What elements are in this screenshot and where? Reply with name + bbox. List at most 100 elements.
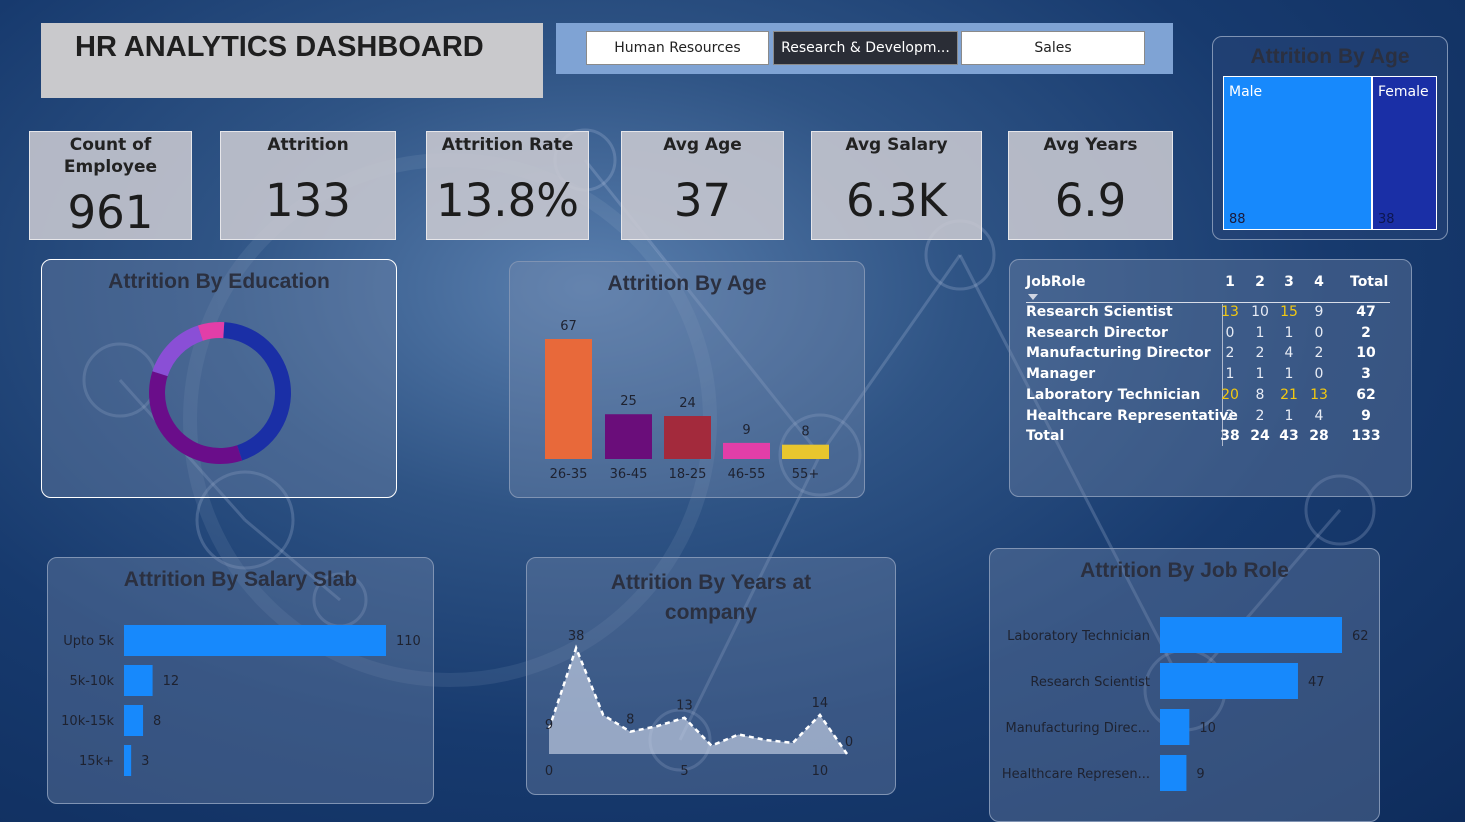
y-tick-label: Laboratory Technician [1007, 629, 1150, 644]
kpi-card-employee-count: Count of Employee 961 [29, 131, 192, 240]
treemap-tile-female[interactable]: Female 38 [1372, 76, 1437, 230]
x-tick-label: 5 [680, 764, 688, 779]
x-tick-label: 10 [812, 764, 829, 779]
matrix-row: Research Director 0 1 1 0 2 [1010, 325, 1413, 346]
salary-bar [124, 705, 144, 736]
jobrole-bar [1160, 663, 1298, 699]
panel-attrition-by-education: Attrition By Education [41, 259, 397, 498]
matrix-rowname[interactable]: JobRole [1026, 274, 1086, 290]
matrix-rowname: Healthcare Representative [1026, 407, 1238, 424]
panel-attrition-by-years: Attrition By Years at company 9 38 8 13 14 0 0… [526, 557, 896, 795]
matrix-cell: 3 [1284, 274, 1294, 290]
age-bar-chart: 67 26-35 25 36-45 24 18-25 9 46-55 8 55+ [545, 319, 829, 482]
matrix-row: Research Scientist 13 10 15 9 47 [1010, 304, 1413, 325]
bar-value-label: 110 [396, 634, 421, 649]
matrix-cell: 2 [1255, 345, 1265, 362]
matrix-total-cell: 3 [1361, 366, 1371, 383]
matrix-header-row: JobRole 1 2 3 4 Total [1010, 274, 1413, 295]
matrix-row: Manager 1 1 1 0 3 [1010, 366, 1413, 387]
matrix-cell: 24 [1250, 428, 1270, 445]
dashboard-root: HR ANALYTICS DASHBOARD Human Resources R… [0, 0, 1465, 822]
matrix-total-cell: 62 [1356, 386, 1376, 403]
matrix-rowname: Manager [1026, 366, 1096, 383]
jobrole-bar-chart: Laboratory Technician 62 Research Scientis… [1002, 617, 1369, 791]
matrix-rowname: Research Director [1026, 324, 1168, 341]
matrix-cell: 0 [1314, 366, 1324, 383]
salary-bar [124, 665, 153, 696]
matrix-row: Laboratory Technician 20 8 21 13 62 [1010, 387, 1413, 408]
point-value-label: 38 [568, 629, 585, 644]
kpi-label: Avg Years [1043, 135, 1138, 155]
treemap-value: 88 [1229, 212, 1246, 227]
kpi-card-attrition: Attrition 133 [220, 131, 396, 240]
x-tick-label: 18-25 [669, 467, 707, 482]
x-tick-label: 46-55 [728, 467, 766, 482]
x-tick-label: 36-45 [610, 467, 648, 482]
jobrole-bar [1160, 755, 1187, 791]
sort-caret-icon[interactable] [1028, 294, 1038, 300]
bar-value-label: 12 [163, 674, 180, 689]
slicer-option-human-resources[interactable]: Human Resources [586, 31, 769, 65]
jobrole-bar [1160, 709, 1190, 745]
matrix-cell: 4 [1314, 407, 1324, 424]
matrix-cell: 13 [1221, 304, 1239, 320]
years-area-chart: 9 38 8 13 14 0 0 5 10 [545, 629, 853, 779]
age-bar [664, 416, 711, 459]
bar-value-label: 24 [679, 396, 696, 411]
x-tick-label: 0 [545, 764, 553, 779]
matrix-cell: 28 [1309, 428, 1329, 445]
y-tick-label: Healthcare Represen... [1002, 767, 1150, 782]
matrix-row: Manufacturing Director 2 2 4 2 10 [1010, 345, 1413, 366]
point-value-label: 13 [676, 699, 693, 714]
donut-slice [149, 371, 243, 464]
education-donut-chart [149, 322, 292, 464]
slicer-option-research-development[interactable]: Research & Developm... [773, 31, 958, 65]
kpi-label: Count of Employee [63, 135, 158, 177]
matrix-cell: 13 [1310, 386, 1328, 403]
matrix-cell: 4 [1314, 274, 1324, 290]
panel-attrition-by-salary-slab: Attrition By Salary Slab Upto 5k 110 5k-10… [47, 557, 434, 804]
y-tick-label: 5k-10k [69, 674, 114, 689]
matrix-total-cell: 47 [1356, 304, 1376, 320]
salary-bar [124, 745, 132, 776]
treemap-label: Female [1378, 84, 1429, 100]
matrix-cell: 20 [1221, 386, 1239, 403]
kpi-card-attrition-rate: Attrition Rate 13.8% [426, 131, 589, 240]
panel-attrition-by-job-role: Attrition By Job Role Laboratory Technic… [989, 548, 1380, 822]
kpi-value: 13.8% [436, 174, 579, 227]
salary-bar [124, 625, 386, 656]
panel-attrition-by-age-group: Attrition By Age 67 26-35 25 36-45 24 18-25 9 4… [509, 261, 865, 498]
kpi-value: 6.3K [845, 174, 948, 227]
bar-value-label: 9 [1196, 767, 1204, 782]
chart-title: Attrition By Age [1250, 45, 1410, 68]
bar-value-label: 8 [801, 425, 809, 440]
matrix-cell: 1 [1225, 274, 1235, 290]
salary-bar-chart: Upto 5k 110 5k-10k 12 10k-15k 8 15k+ 3 [61, 625, 421, 776]
bar-value-label: 62 [1352, 629, 1369, 644]
slicer-option-sales[interactable]: Sales [961, 31, 1145, 65]
matrix-cell: 8 [1255, 386, 1265, 403]
x-tick-label: 26-35 [550, 467, 588, 482]
matrix-cell: 10 [1251, 304, 1269, 320]
age-bar [605, 414, 652, 459]
matrix-cell: 4 [1284, 345, 1294, 362]
kpi-value: 37 [673, 174, 732, 227]
kpi-card-avg-salary: Avg Salary 6.3K [811, 131, 982, 240]
matrix-cell: 43 [1279, 428, 1299, 445]
matrix-cell: 1 [1284, 366, 1294, 383]
matrix-cell: 2 [1225, 407, 1235, 424]
kpi-value: 133 [265, 174, 351, 227]
bar-value-label: 8 [153, 714, 161, 729]
kpi-label: Avg Age [663, 135, 742, 155]
matrix-total-cell: Total [1350, 274, 1389, 290]
donut-slice [152, 325, 203, 377]
y-tick-label: Upto 5k [63, 634, 114, 649]
age-bar [723, 442, 770, 459]
matrix-total-cell: 9 [1361, 407, 1371, 424]
matrix-cell: 21 [1280, 386, 1298, 403]
matrix-total-cell: 10 [1356, 345, 1376, 362]
treemap-tile-male[interactable]: Male 88 [1223, 76, 1372, 230]
kpi-value: 6.9 [1054, 174, 1127, 227]
treemap-value: 38 [1378, 212, 1395, 227]
bar-value-label: 9 [742, 423, 750, 438]
